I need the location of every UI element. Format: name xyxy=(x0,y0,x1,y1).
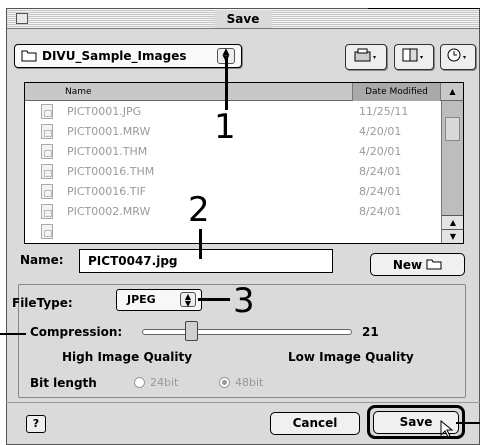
file-icon xyxy=(41,204,53,219)
file-name: PICT0001.JPG xyxy=(67,105,142,118)
scroll-up-arrow-icon[interactable]: ▲ xyxy=(442,215,463,229)
file-icon xyxy=(41,104,53,119)
filetype-popup[interactable]: JPEG ▲ ▼ xyxy=(116,289,202,311)
callout-1: 1 xyxy=(214,107,236,147)
file-date: 8/24/01 xyxy=(359,185,402,198)
document-icon xyxy=(401,47,427,67)
callout-3: 3 xyxy=(233,281,255,321)
name-label: Name: xyxy=(20,253,64,267)
top-edge-line xyxy=(368,8,480,9)
scroll-thumb[interactable] xyxy=(445,117,460,141)
file-icon xyxy=(41,164,53,179)
list-item[interactable]: PICT00016.TIF 8/24/01 xyxy=(25,182,441,202)
column-header-name[interactable]: Name xyxy=(25,83,353,101)
sort-order-icon[interactable]: ▲ xyxy=(441,83,463,101)
file-date: 8/24/01 xyxy=(359,165,402,178)
file-list[interactable]: Name Date Modified ▲ PICT0001.JPG 11/25/… xyxy=(24,82,464,244)
volume-button[interactable] xyxy=(345,44,387,70)
file-date: 11/25/11 xyxy=(359,105,409,118)
radio-48bit-label: 48bit xyxy=(235,376,264,389)
right-leader-line xyxy=(456,422,480,424)
radio-24bit[interactable] xyxy=(134,377,145,388)
callout-1-line xyxy=(225,58,228,110)
callout-2-line xyxy=(199,229,202,259)
new-folder-button[interactable]: New xyxy=(370,253,465,276)
close-box[interactable] xyxy=(16,13,28,24)
list-item[interactable]: PICT00016.THM 8/24/01 xyxy=(25,162,441,182)
compression-slider-track[interactable] xyxy=(142,329,352,335)
compression-label: Compression: xyxy=(30,325,123,339)
column-header-date[interactable]: Date Modified xyxy=(353,83,441,101)
file-icon xyxy=(41,224,53,239)
scroll-down-arrow-icon[interactable]: ▼ xyxy=(442,229,463,243)
new-folder-icon xyxy=(426,257,442,273)
low-quality-label: Low Image Quality xyxy=(288,350,414,364)
help-button[interactable]: ? xyxy=(26,415,46,433)
folder-popup-label: DIVU_Sample_Images xyxy=(42,49,187,63)
filetype-label: FileType: xyxy=(12,296,73,310)
folder-icon xyxy=(21,47,37,66)
cancel-button[interactable]: Cancel xyxy=(270,412,360,435)
filetype-value: JPEG xyxy=(127,293,156,306)
list-item[interactable] xyxy=(25,222,441,242)
file-icon xyxy=(41,124,53,139)
radio-48bit[interactable] xyxy=(219,377,230,388)
title-bar[interactable]: Save xyxy=(7,9,479,29)
file-name: PICT00016.THM xyxy=(67,165,155,178)
file-name: PICT00016.TIF xyxy=(67,185,147,198)
mouse-pointer-icon xyxy=(440,419,454,442)
radio-24bit-label: 24bit xyxy=(150,376,179,389)
high-quality-label: High Image Quality xyxy=(62,350,193,364)
window-title: Save xyxy=(214,10,272,28)
callout-3-line xyxy=(198,298,230,301)
file-name: PICT0002.MRW xyxy=(67,205,151,218)
compression-slider-thumb[interactable] xyxy=(185,321,199,341)
bit-length-label: Bit length xyxy=(30,376,97,390)
desktop-button[interactable] xyxy=(394,44,434,70)
file-icon xyxy=(41,144,53,159)
file-date: 8/24/01 xyxy=(359,205,402,218)
file-date: 4/20/01 xyxy=(359,145,402,158)
file-name: PICT0001.THM xyxy=(67,145,148,158)
new-folder-label: New xyxy=(392,257,423,272)
callout-2: 2 xyxy=(188,190,210,230)
popup-arrows-icon: ▲▼ xyxy=(180,292,196,308)
folder-popup[interactable]: DIVU_Sample_Images ▲▼ xyxy=(14,44,242,68)
list-header: Name Date Modified ▲ xyxy=(25,83,463,101)
file-icon xyxy=(41,184,53,199)
clock-icon xyxy=(445,47,471,67)
disk-icon xyxy=(353,48,379,66)
recent-button[interactable] xyxy=(440,44,476,70)
filename-input[interactable]: PICT0047.jpg xyxy=(79,249,333,273)
compression-value: 21 xyxy=(362,325,379,339)
file-name: PICT0001.MRW xyxy=(67,125,151,138)
bottom-divider xyxy=(6,402,480,403)
file-date: 4/20/01 xyxy=(359,125,402,138)
left-leader-line xyxy=(0,333,26,335)
list-item[interactable]: PICT0002.MRW 8/24/01 xyxy=(25,202,441,222)
vertical-scrollbar[interactable]: ▲ ▼ xyxy=(441,101,463,243)
